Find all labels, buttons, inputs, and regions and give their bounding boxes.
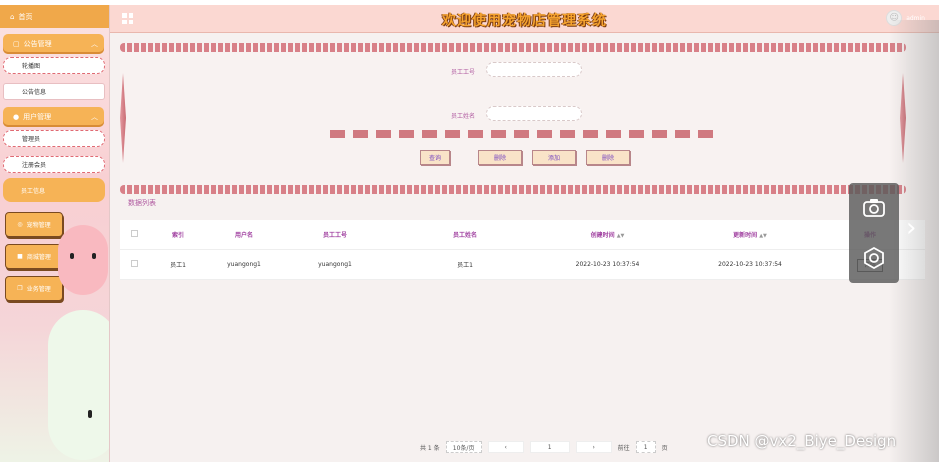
camera-icon[interactable]	[863, 198, 885, 218]
page-size-select[interactable]: 10条/页	[445, 441, 482, 453]
sidebar-item-label: 管理员	[22, 136, 41, 143]
chevron-up-icon: ︿	[91, 40, 98, 48]
employee-name-label: 员工姓名	[451, 113, 476, 120]
lens-search-icon[interactable]	[863, 247, 885, 269]
sidebar-item-notice[interactable]: 公告信息	[3, 83, 105, 100]
pager-total: 共 1 条	[420, 444, 440, 452]
pagination: 共 1 条 10条/页 ‹ 1 › 前往 1 页	[420, 441, 668, 453]
circle-check-icon: ◎	[17, 221, 23, 228]
goto-page-input[interactable]: 1	[635, 441, 656, 453]
top-header: 欢迎使用宠物店管理系统 ☺ admin	[110, 5, 939, 33]
pig-decoration	[58, 225, 108, 295]
col-created-label: 创建时间	[590, 232, 615, 239]
sidebar-module-pets[interactable]: ◎ 宠物管理	[5, 212, 63, 237]
app-root: ⌂ 首页 ▢ 公告管理 ︿ 轮播图 公告信息 ● 用户管理 ︿ 管理员 注册会员…	[0, 0, 939, 462]
cell-index: 员工1	[170, 262, 186, 269]
cloud-decoration	[48, 310, 109, 460]
goto-prefix: 前往	[617, 444, 630, 452]
query-button[interactable]: 查询	[420, 150, 450, 165]
remove-button-label: 删除	[601, 155, 614, 162]
sidebar-module-label: 宠物管理	[26, 222, 51, 229]
cell-updated: 2022-10-23 10:37:54	[718, 261, 782, 268]
row-checkbox[interactable]	[130, 260, 138, 267]
sidebar-group-label: 用户管理	[23, 113, 52, 121]
table-row: 员工1 yuangong1 yuangong1 员工1 2022-10-23 1…	[120, 250, 925, 280]
sidebar-module-shop[interactable]: ■ 商城管理	[5, 244, 63, 269]
sidebar-home-label: 首页	[18, 12, 33, 21]
search-panel: 员工工号 员工姓名 查询 删除 添加 删除	[120, 43, 906, 194]
delete-button-label: 删除	[493, 155, 506, 162]
remove-button[interactable]: 删除	[586, 150, 630, 165]
select-all-checkbox[interactable]	[130, 230, 138, 237]
col-employee-name: 员工姓名	[452, 232, 477, 239]
main-content: 员工工号 员工姓名 查询 删除 添加 删除 数据列表 索引 用户名 员工工号 员…	[110, 33, 939, 462]
add-button[interactable]: 添加	[532, 150, 576, 165]
copy-icon: ❐	[17, 285, 23, 292]
add-button-label: 添加	[547, 155, 560, 162]
cell-username: yuangong1	[227, 261, 261, 268]
col-employee-no: 员工工号	[322, 232, 347, 239]
sort-icon: ▲▼	[616, 233, 625, 239]
sidebar-item-carousel[interactable]: 轮播图	[3, 57, 105, 74]
watermark: CSDN @vx2_Biye_Design	[707, 432, 897, 450]
next-page-button[interactable]: ›	[575, 441, 612, 453]
col-created[interactable]: 创建时间 ▲▼	[540, 230, 675, 239]
decorative-border-bottom	[120, 185, 906, 194]
home-icon: ⌂	[10, 12, 15, 21]
page-title: 欢迎使用宠物店管理系统	[442, 13, 607, 29]
decorative-dashes	[330, 130, 720, 138]
data-list-label: 数据列表	[128, 199, 156, 207]
table-header-row: 索引 用户名 员工工号 员工姓名 创建时间 ▲▼ 更新时间 ▲▼ 操作	[120, 220, 925, 250]
sidebar-item-members[interactable]: 注册会员	[3, 156, 105, 173]
prev-page-button[interactable]: ‹	[487, 441, 524, 453]
sidebar: ⌂ 首页 ▢ 公告管理 ︿ 轮播图 公告信息 ● 用户管理 ︿ 管理员 注册会员…	[0, 5, 110, 462]
employee-name-input[interactable]	[486, 106, 582, 121]
sidebar-item-label: 注册会员	[22, 162, 47, 169]
sidebar-module-label: 商城管理	[26, 254, 51, 261]
decorative-border-top	[120, 43, 906, 52]
decorative-spike-left	[120, 73, 126, 163]
sidebar-group-users[interactable]: ● 用户管理 ︿	[3, 107, 104, 127]
col-index: 索引	[171, 232, 184, 239]
sidebar-item-label: 公告信息	[22, 89, 47, 96]
sidebar-module-business[interactable]: ❐ 业务管理	[5, 276, 63, 301]
notice-icon: ▢	[13, 40, 20, 48]
sidebar-item-label: 员工信息	[21, 187, 46, 195]
user-icon: ●	[13, 113, 20, 121]
sort-icon: ▲▼	[759, 233, 767, 239]
col-updated[interactable]: 更新时间 ▲▼	[675, 230, 825, 239]
cell-created: 2022-10-23 10:37:54	[575, 261, 640, 268]
goto-suffix: 页	[661, 444, 668, 452]
cell-employee-no: yuangong1	[318, 261, 352, 268]
sidebar-item-label: 轮播图	[22, 63, 41, 70]
cell-employee-name: 员工1	[457, 262, 473, 269]
chevron-up-icon: ︿	[91, 113, 98, 121]
employee-no-label: 员工工号	[451, 69, 476, 76]
sidebar-group-label: 公告管理	[23, 40, 52, 48]
chevron-right-icon[interactable]: ›	[906, 215, 916, 241]
sidebar-home[interactable]: ⌂ 首页	[0, 5, 109, 28]
sidebar-item-employees[interactable]: 员工信息	[3, 178, 105, 202]
col-username: 用户名	[234, 232, 253, 239]
floating-tool-panel	[849, 183, 899, 283]
sidebar-module-label: 业务管理	[26, 286, 51, 293]
delete-button[interactable]: 删除	[478, 150, 522, 165]
employee-table: 索引 用户名 员工工号 员工姓名 创建时间 ▲▼ 更新时间 ▲▼ 操作 员工1 …	[120, 220, 925, 280]
sidebar-item-admin[interactable]: 管理员	[3, 130, 105, 147]
sidebar-group-announcement[interactable]: ▢ 公告管理 ︿	[3, 34, 104, 54]
col-updated-label: 更新时间	[733, 232, 758, 239]
current-page[interactable]: 1	[529, 441, 570, 453]
employee-no-input[interactable]	[486, 62, 582, 77]
lock-icon: ■	[17, 253, 23, 260]
query-button-label: 查询	[428, 155, 441, 162]
